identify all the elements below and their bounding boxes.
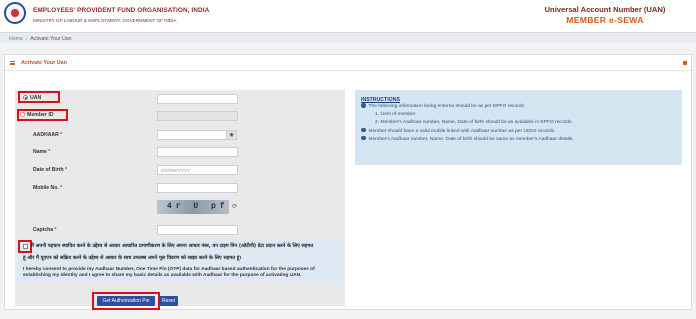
org-name: EMPLOYEES' PROVIDENT FUND ORGANISATION, … bbox=[33, 7, 210, 14]
captcha-label: Captcha * bbox=[33, 227, 57, 233]
required-star: * bbox=[64, 167, 67, 173]
aadhaar-label: AADHAAR * bbox=[33, 132, 62, 138]
breadcrumb-current: Activate Your Uan bbox=[30, 36, 72, 42]
highlight-consent-checkbox bbox=[18, 240, 32, 253]
header: EMPLOYEES' PROVIDENT FUND ORGANISATION, … bbox=[0, 0, 696, 32]
breadcrumb-home-link[interactable]: Home bbox=[9, 36, 23, 42]
name-label: Name * bbox=[33, 149, 50, 155]
aadhaar-label-text: AADHAAR bbox=[33, 132, 59, 138]
mobile-label: Mobile No. * bbox=[33, 185, 62, 191]
instruction-line-3: Member's Aadhaar number, Name, Date of b… bbox=[361, 135, 676, 144]
dob-input[interactable]: DD/MM/YYYY bbox=[157, 165, 238, 175]
required-star: * bbox=[60, 185, 63, 191]
instruction-line-1: The following information being entered … bbox=[361, 103, 676, 111]
required-star: * bbox=[54, 227, 57, 233]
instruction-line-2-text: Member should have a valid mobile linked… bbox=[368, 128, 556, 134]
consent-english: I hereby consent to provide my Aadhaar N… bbox=[23, 267, 315, 279]
panel-header: Activate Your Uan bbox=[5, 55, 691, 71]
hamburger-icon bbox=[10, 61, 15, 65]
member-id-input[interactable] bbox=[157, 111, 238, 121]
activate-uan-panel: Activate Your Uan UAN Member ID AADHAAR … bbox=[4, 54, 692, 310]
uan-title: Universal Account Number (UAN) bbox=[544, 5, 666, 14]
captcha-label-text: Captcha bbox=[33, 227, 54, 233]
highlight-member-id-radio bbox=[17, 109, 68, 121]
captcha-input[interactable] bbox=[157, 225, 238, 235]
required-star: * bbox=[48, 149, 51, 155]
instruction-line-3-text: Member's Aadhaar number, Name, Date of b… bbox=[368, 136, 574, 142]
instruction-line-1-text: The following information being entered … bbox=[368, 104, 525, 109]
required-star: * bbox=[60, 132, 63, 138]
info-icon bbox=[361, 135, 366, 141]
reset-button[interactable]: Reset bbox=[159, 296, 178, 306]
eye-icon[interactable]: ◉ bbox=[226, 130, 237, 140]
instruction-sub-1: 1. UAN of member bbox=[375, 112, 416, 118]
epfo-logo-icon bbox=[4, 2, 26, 24]
instruction-line-2: Member should have a valid mobile linked… bbox=[361, 127, 676, 136]
highlight-get-pin-button bbox=[92, 292, 160, 310]
mobile-label-text: Mobile No. bbox=[33, 185, 59, 191]
name-input[interactable] bbox=[157, 147, 238, 157]
name-label-text: Name bbox=[33, 149, 47, 155]
dob-label: Date of Birth * bbox=[33, 167, 67, 173]
uan-input[interactable] bbox=[157, 94, 238, 104]
consent-hindi-line2: हूं और मैं यूएएन को सक्रिय करने के उद्दे… bbox=[23, 255, 242, 261]
dob-label-text: Date of Birth bbox=[33, 167, 64, 173]
captcha-image: 4r U pf bbox=[157, 200, 229, 214]
ministry-name: MINISTRY OF LABOUR & EMPLOYMENT, GOVERNM… bbox=[33, 18, 177, 23]
aadhaar-input[interactable] bbox=[157, 130, 227, 140]
instruction-sub-2: 2. Member's Aadhaar number, Name, Date o… bbox=[375, 120, 573, 126]
collapse-icon[interactable] bbox=[683, 61, 687, 65]
panel-title: Activate Your Uan bbox=[21, 60, 67, 66]
breadcrumb-separator: / bbox=[25, 36, 28, 42]
consent-hindi-line1: मैं अपनी पहचान स्थापित करने के उद्देश्य … bbox=[31, 243, 314, 249]
instructions-box: INSTRUCTIONS The following information b… bbox=[355, 90, 682, 165]
breadcrumb: Home / Activate Your Uan bbox=[0, 32, 696, 43]
info-icon bbox=[361, 103, 366, 108]
highlight-uan-radio bbox=[18, 91, 60, 103]
mobile-input[interactable] bbox=[157, 183, 238, 193]
portal-title: MEMBER e-SEWA bbox=[566, 15, 644, 25]
refresh-icon[interactable]: ⟳ bbox=[232, 203, 237, 210]
info-icon bbox=[361, 127, 366, 133]
